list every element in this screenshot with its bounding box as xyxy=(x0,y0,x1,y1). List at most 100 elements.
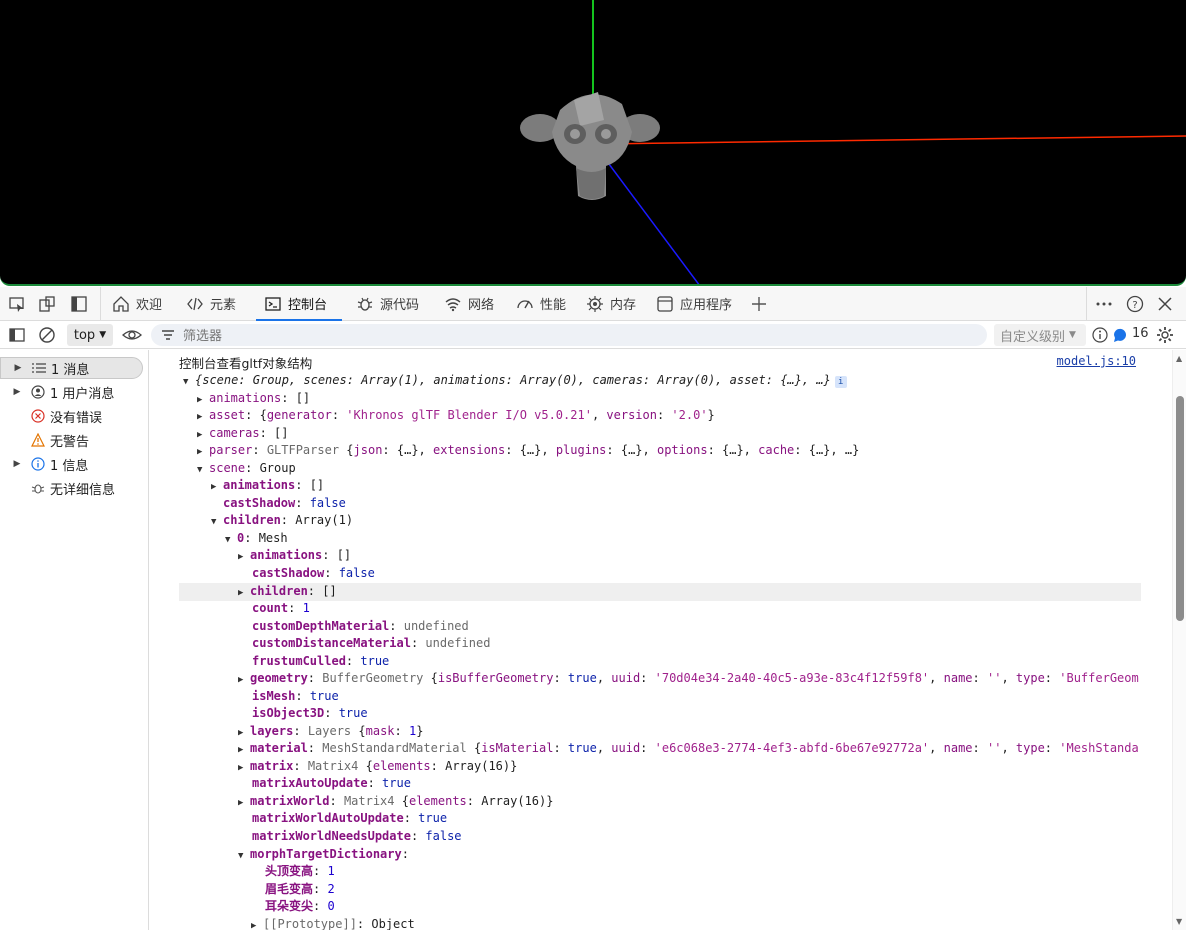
sidebar-item-user-messages[interactable]: ▶ 1 用户消息 xyxy=(0,381,143,403)
property-row: castShadow: false xyxy=(223,496,346,510)
help-icon[interactable]: ? xyxy=(1126,295,1144,313)
dock-side-icon[interactable] xyxy=(70,295,88,313)
property-row[interactable]: ▼ morphTargetDictionary: xyxy=(238,846,409,864)
expand-triangle-icon[interactable]: ▶ xyxy=(11,363,25,373)
device-emulation-icon[interactable] xyxy=(38,295,56,313)
expand-triangle-icon[interactable]: ▶ xyxy=(238,672,250,690)
expand-triangle-icon[interactable]: ▼ xyxy=(211,514,223,532)
info-icon[interactable] xyxy=(1092,327,1108,343)
scroll-down-icon[interactable]: ▼ xyxy=(1176,917,1182,926)
console-output[interactable]: 控制台查看gltf对象结构 model.js:10 ▼ {scene: Group… xyxy=(150,350,1172,930)
context-label: top xyxy=(73,327,96,343)
chevron-down-icon: ▼ xyxy=(1069,330,1076,340)
property-row: customDistanceMaterial: undefined xyxy=(252,636,491,650)
expand-triangle-icon[interactable]: ▼ xyxy=(238,848,250,866)
issues-count[interactable]: 16 xyxy=(1132,326,1149,341)
property-row[interactable]: ▶ animations: [] xyxy=(197,390,310,408)
expand-triangle-icon[interactable]: ▶ xyxy=(238,760,250,778)
property-row[interactable]: ▼ scene: Group xyxy=(197,460,296,478)
tab-elements[interactable]: 元素 xyxy=(178,287,244,320)
tab-label: 源代码 xyxy=(380,298,420,313)
expand-triangle-icon[interactable]: ▼ xyxy=(225,532,237,550)
property-row[interactable]: ▶ asset: {generator: 'Khronos glTF Blende… xyxy=(197,407,715,425)
property-row[interactable]: ▶ geometry: BufferGeometry {isBufferGeome… xyxy=(238,670,1139,688)
sidebar-item-messages[interactable]: ▶ 1 消息 xyxy=(0,357,143,379)
error-icon xyxy=(30,408,46,424)
tab-network[interactable]: 网络 xyxy=(436,287,502,320)
property-row: matrixWorldAutoUpdate: true xyxy=(252,811,448,825)
expand-triangle-icon[interactable]: ▶ xyxy=(197,409,209,427)
filter-box[interactable] xyxy=(151,324,987,346)
home-icon xyxy=(113,295,129,312)
property-row[interactable]: ▼ 0: Mesh xyxy=(225,530,288,548)
info-badge-icon[interactable]: i xyxy=(834,376,847,388)
add-tab-icon[interactable] xyxy=(750,295,768,313)
property-row[interactable]: ▶ matrix: Matrix4 {elements: Array(16)} xyxy=(238,758,517,776)
sidebar-item-errors[interactable]: 没有错误 xyxy=(0,405,143,427)
property-row: matrixAutoUpdate: true xyxy=(252,776,411,790)
log-levels-dropdown[interactable]: 自定义级别 ▼ xyxy=(994,324,1086,346)
sidebar-item-verbose[interactable]: 无详细信息 xyxy=(0,477,143,499)
expand-triangle-icon[interactable]: ▶ xyxy=(238,742,250,760)
scrollbar-thumb[interactable] xyxy=(1176,396,1184,621)
bug-icon xyxy=(30,480,46,496)
object-summary-row[interactable]: ▼ {scene: Group, scenes: Array(1), animat… xyxy=(183,372,847,390)
filter-input[interactable] xyxy=(183,327,963,343)
tab-console[interactable]: 控制台 xyxy=(256,287,342,321)
expand-triangle-icon[interactable]: ▶ xyxy=(10,387,24,397)
scene-canvas[interactable] xyxy=(0,0,1186,286)
property-row: frustumCulled: true xyxy=(252,654,390,668)
property-row[interactable]: ▼ children: Array(1) xyxy=(211,512,353,530)
tab-label: 控制台 xyxy=(288,298,328,313)
tab-sources[interactable]: 源代码 xyxy=(348,287,427,320)
tab-memory[interactable]: 内存 xyxy=(578,287,644,320)
clear-console-icon[interactable] xyxy=(38,326,56,344)
expand-triangle-icon[interactable]: ▶ xyxy=(238,795,250,813)
eye-icon[interactable] xyxy=(122,327,142,343)
sidebar-item-info[interactable]: ▶ 1 信息 xyxy=(0,453,143,475)
tab-performance[interactable]: 性能 xyxy=(508,287,574,320)
expand-triangle-icon[interactable]: ▶ xyxy=(238,585,250,603)
scroll-up-icon[interactable]: ▲ xyxy=(1176,354,1182,363)
console-scrollbar[interactable]: ▲ ▼ xyxy=(1172,350,1186,930)
context-selector[interactable]: top ▼ xyxy=(67,324,113,346)
tab-application[interactable]: 应用程序 xyxy=(648,287,740,320)
property-row[interactable]: ▶ parser: GLTFParser {json: {…}, extensio… xyxy=(197,442,859,460)
property-row[interactable]: ▶ material: MeshStandardMaterial {isMater… xyxy=(238,740,1139,758)
speedometer-icon xyxy=(517,299,533,308)
tab-label: 元素 xyxy=(210,298,237,313)
property-row: count: 1 xyxy=(252,601,310,615)
sidebar-item-label: 无详细信息 xyxy=(50,482,116,498)
expand-triangle-icon[interactable]: ▼ xyxy=(197,462,209,480)
tab-label: 欢迎 xyxy=(136,298,163,313)
property-row[interactable]: ▶ cameras: [] xyxy=(197,425,288,443)
z-axis-line xyxy=(596,147,700,284)
expand-triangle-icon[interactable]: ▼ xyxy=(183,374,195,392)
object-summary: {scene: Group, scenes: Array(1), animati… xyxy=(195,373,831,387)
property-row[interactable]: ▶ [[Prototype]]: Object xyxy=(251,916,415,930)
sidebar-toggle-icon[interactable] xyxy=(8,326,26,344)
expand-triangle-icon[interactable]: ▶ xyxy=(197,444,209,462)
more-options-icon[interactable] xyxy=(1095,295,1113,313)
sidebar-item-warnings[interactable]: 无警告 xyxy=(0,429,143,451)
property-row-highlighted[interactable]: ▶ children: [] xyxy=(179,583,1141,601)
property-row[interactable]: ▶ animations: [] xyxy=(238,547,351,565)
source-link[interactable]: model.js:10 xyxy=(1057,354,1136,368)
threejs-viewport[interactable] xyxy=(0,0,1186,286)
expand-triangle-icon[interactable]: ▶ xyxy=(10,459,24,469)
property-row[interactable]: ▶ layers: Layers {mask: 1} xyxy=(238,723,423,741)
property-row[interactable]: ▶ matrixWorld: Matrix4 {elements: Array(1… xyxy=(238,793,553,811)
close-icon[interactable] xyxy=(1156,295,1174,313)
chip-icon xyxy=(587,295,603,312)
expand-triangle-icon[interactable]: ▶ xyxy=(251,918,263,930)
svg-text:?: ? xyxy=(1132,300,1137,311)
issues-chat-icon[interactable] xyxy=(1112,327,1128,343)
settings-gear-icon[interactable] xyxy=(1156,326,1174,344)
expand-triangle-icon[interactable]: ▶ xyxy=(238,549,250,567)
user-icon xyxy=(30,384,46,400)
inspect-element-icon[interactable] xyxy=(8,295,26,313)
expand-triangle-icon[interactable]: ▶ xyxy=(211,479,223,497)
tab-welcome[interactable]: 欢迎 xyxy=(104,287,170,320)
property-row[interactable]: ▶ animations: [] xyxy=(211,477,324,495)
filter-icon xyxy=(162,330,174,340)
